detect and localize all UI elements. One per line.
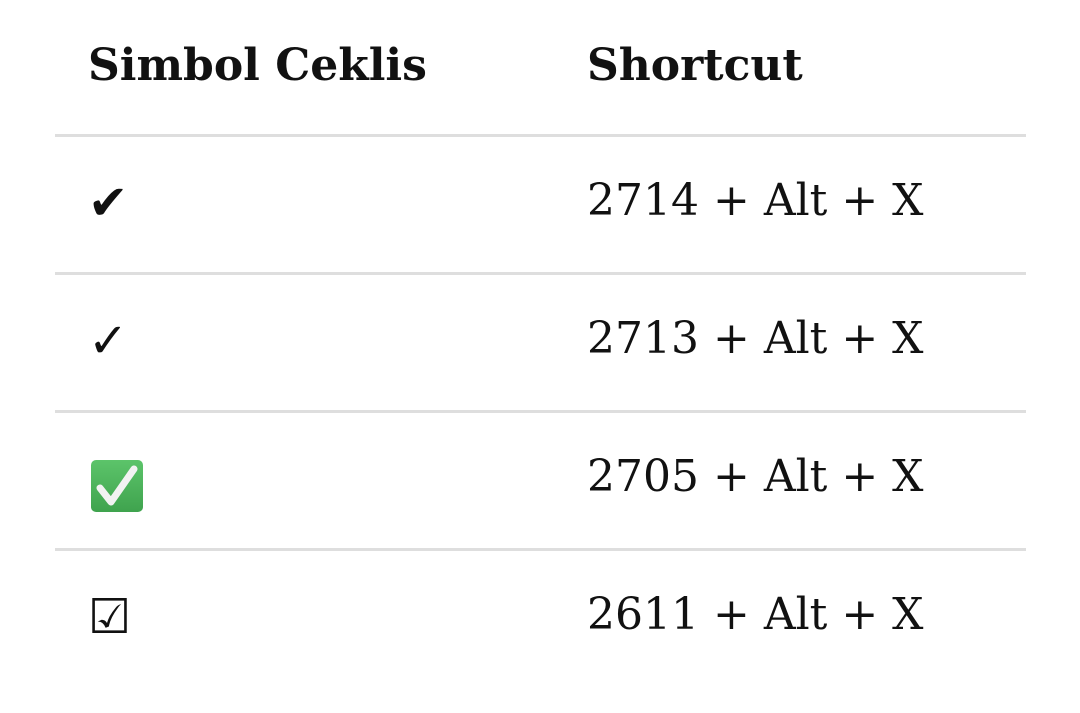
shortcut-cell: 2705 + Alt + X bbox=[587, 451, 924, 502]
shortcut-cell: 2714 + Alt + X bbox=[587, 175, 924, 226]
table-row: 2705 + Alt + X bbox=[55, 413, 1026, 551]
header-symbol: Simbol Ceklis bbox=[88, 40, 427, 91]
table-row: ☑ 2611 + Alt + X bbox=[55, 551, 1026, 686]
header-shortcut: Shortcut bbox=[587, 40, 803, 91]
check-mark-icon: ✓ bbox=[88, 313, 129, 369]
table-row: ✔ 2714 + Alt + X bbox=[55, 137, 1026, 275]
checkmark-shortcut-table: Simbol Ceklis Shortcut ✔ 2714 + Alt + X … bbox=[55, 0, 1026, 686]
ballot-box-with-check-icon: ☑ bbox=[88, 589, 132, 645]
shortcut-cell: 2611 + Alt + X bbox=[587, 589, 924, 640]
green-check-box-icon bbox=[91, 460, 143, 512]
shortcut-cell: 2713 + Alt + X bbox=[587, 313, 924, 364]
heavy-check-mark-icon: ✔ bbox=[88, 175, 129, 231]
table-row: ✓ 2713 + Alt + X bbox=[55, 275, 1026, 413]
table-header-row: Simbol Ceklis Shortcut bbox=[55, 0, 1026, 137]
